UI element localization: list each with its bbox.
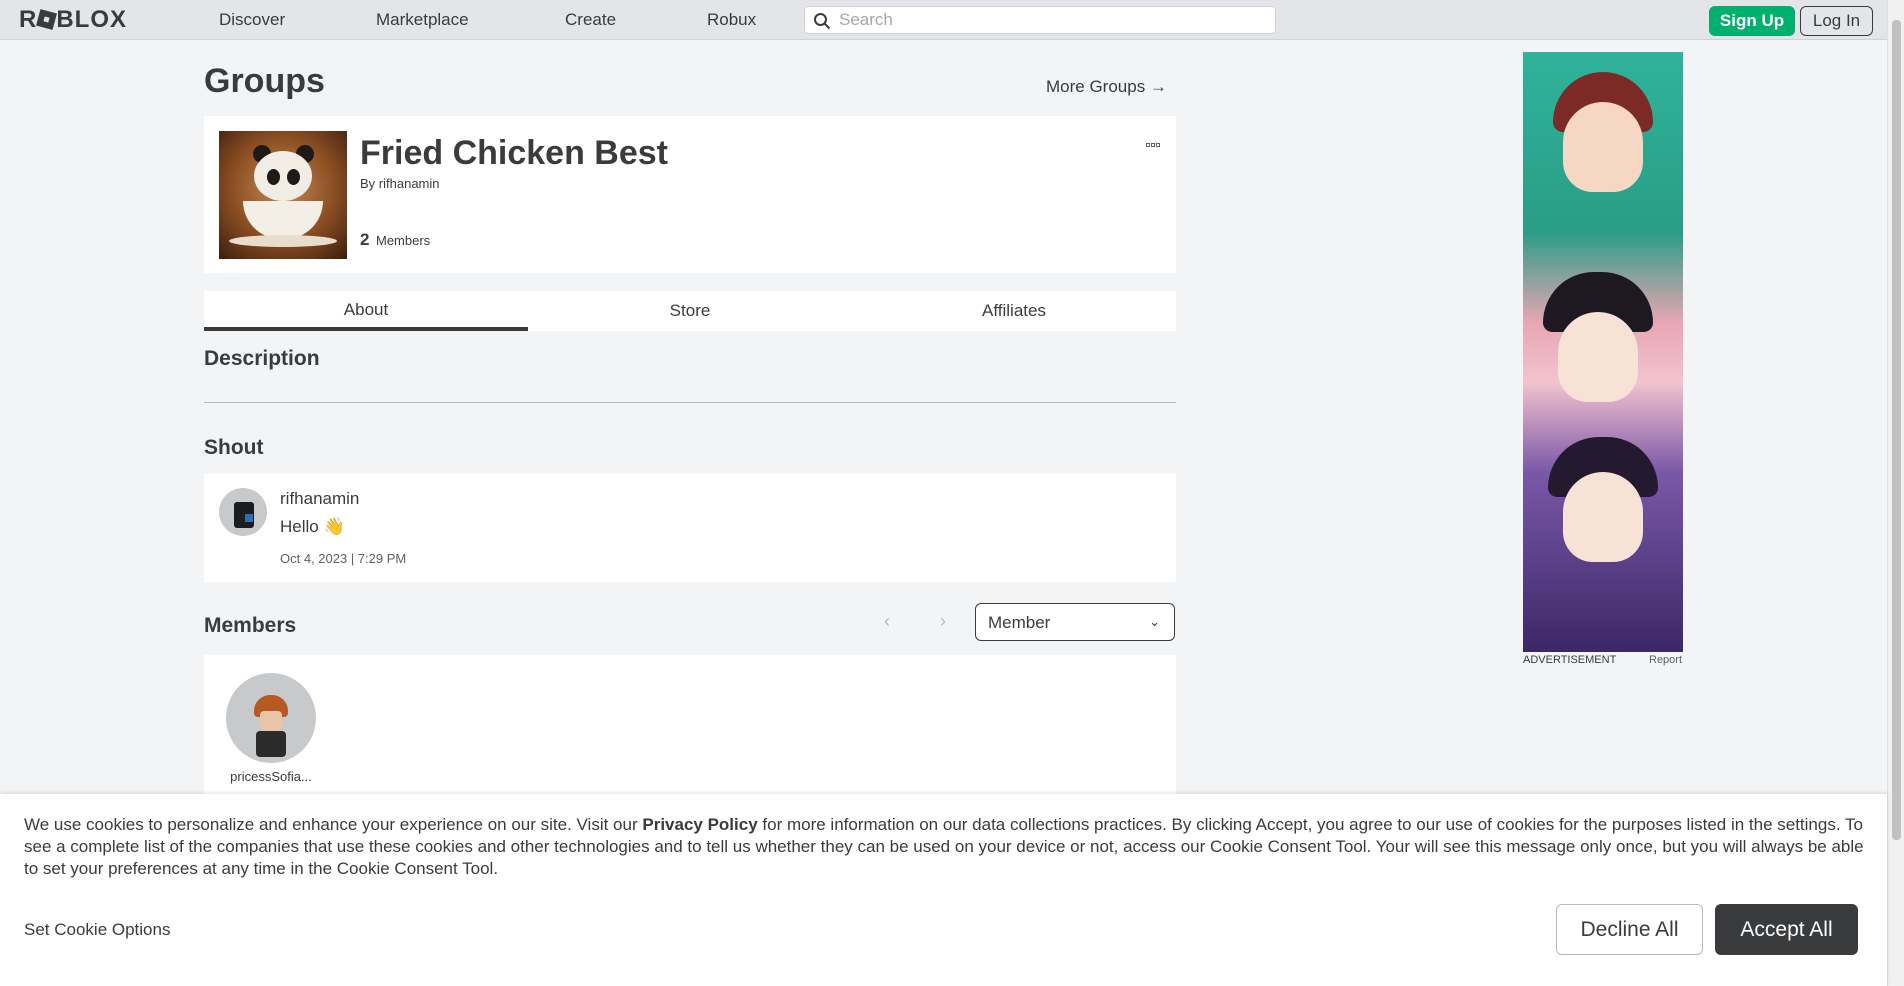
member-count-label: Members [376,233,431,248]
panda-head [254,151,312,201]
ad-figure-face-3 [1563,472,1643,562]
page-title: Groups [204,62,325,100]
avatar-face [260,711,282,731]
set-cookie-options-link[interactable]: Set Cookie Options [24,920,170,940]
nav-create[interactable]: Create [565,10,616,30]
log-in-button[interactable]: Log In [1800,6,1873,36]
shout-message: Hello 👋 [280,517,345,536]
search-input[interactable] [839,9,1259,31]
nav-marketplace[interactable]: Marketplace [376,10,469,30]
decline-all-button[interactable]: Decline All [1556,904,1703,955]
group-owner-line: By rifhanamin [360,176,440,191]
tab-store[interactable]: Store [528,291,852,331]
shout-timestamp: Oct 4, 2023 | 7:29 PM [280,551,407,566]
panda-eye-left [267,169,280,185]
nav-robux[interactable]: Robux [707,10,756,30]
cookie-message: We use cookies to personalize and enhanc… [24,814,1864,880]
top-navigation-bar: R BLOX Discover Marketplace Create Robux … [0,0,1887,40]
accept-all-button[interactable]: Accept All [1715,904,1858,955]
ad-figure-face-2 [1558,312,1638,402]
logo-o-mark [36,9,58,30]
scrollbar-thumb[interactable] [1892,20,1901,840]
group-name: Fried Chicken Best [360,134,668,172]
search-box[interactable] [804,6,1276,34]
role-dropdown[interactable]: Member ⌄ [975,603,1175,641]
cookie-consent-banner: We use cookies to personalize and enhanc… [0,794,1887,986]
members-heading: Members [204,614,297,637]
tab-about[interactable]: About [204,291,528,331]
group-header-card: Fried Chicken Best By rifhanamin 2 Membe… [204,116,1176,273]
more-groups-link[interactable]: More Groups → [1046,77,1167,97]
ad-report-link[interactable]: Report [1649,654,1682,666]
avatar-torso [256,731,286,757]
sign-up-button[interactable]: Sign Up [1709,6,1795,36]
avatar[interactable] [219,488,267,536]
avatar-accent [245,514,253,522]
page-scrollbar[interactable] [1887,0,1904,986]
search-icon [814,13,831,30]
member-name[interactable]: pricessSofia... [226,769,316,784]
panda-eye-right [287,169,300,185]
chevron-down-icon: ⌄ [1149,614,1160,629]
members-list: pricessSofia... [204,655,1176,795]
by-label: By [360,176,376,191]
member-avatar[interactable] [226,673,316,763]
roblox-logo[interactable]: R BLOX [19,8,127,32]
chevron-left-icon[interactable]: ‹ [884,611,890,632]
group-thumbnail [219,131,347,259]
teacup [243,201,323,239]
group-owner-link[interactable]: rifhanamin [379,176,440,191]
description-heading: Description [204,347,320,370]
cookie-text-before: We use cookies to personalize and enhanc… [24,815,643,834]
saucer [229,235,337,247]
ad-figure-face-1 [1563,102,1643,192]
description-divider [204,402,1176,403]
group-tabs: About Store Affiliates [204,291,1176,331]
chevron-right-icon[interactable]: › [940,611,946,632]
member-count: 2 [360,230,370,249]
more-options-icon[interactable] [1146,134,1164,147]
advertisement-banner[interactable] [1523,52,1683,652]
advertisement-label: ADVERTISEMENT [1523,654,1617,666]
tab-affiliates[interactable]: Affiliates [852,291,1176,331]
privacy-policy-link[interactable]: Privacy Policy [642,815,757,834]
shout-card: rifhanamin Hello 👋 Oct 4, 2023 | 7:29 PM [204,473,1176,582]
shout-heading: Shout [204,436,264,459]
role-dropdown-value: Member [988,613,1051,632]
shout-author[interactable]: rifhanamin [280,489,359,509]
nav-discover[interactable]: Discover [219,10,285,30]
